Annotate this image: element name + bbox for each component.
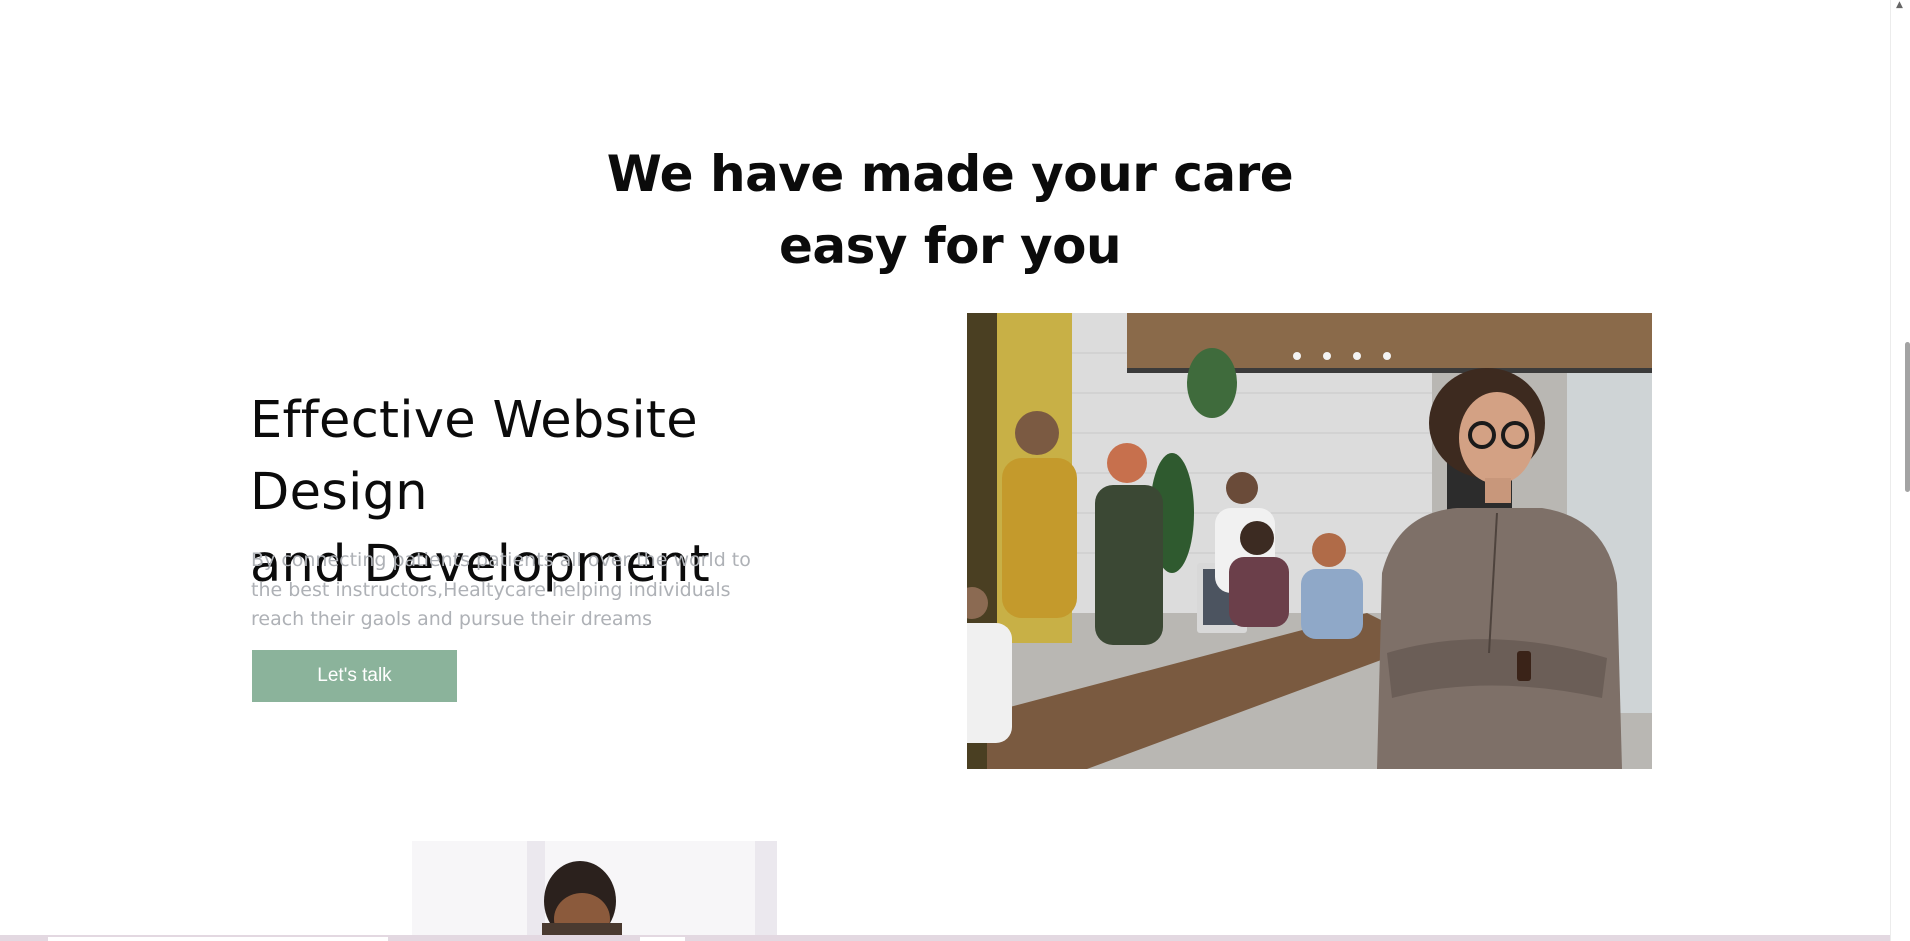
feature-description-line-2: the best instructors,Healtycare helping … xyxy=(251,578,731,601)
headline-line-2: easy for you xyxy=(778,217,1122,275)
page: We have made your care easy for you Effe… xyxy=(0,0,1890,941)
feature-description-line-1: By connecting patients patients all over… xyxy=(251,549,751,571)
scroll-up-arrow-icon[interactable]: ▲ xyxy=(1896,0,1903,10)
bottom-strip xyxy=(0,935,1890,941)
feature-description-line-3: reach their gaols and pursue their dream… xyxy=(251,608,652,630)
section-headline: We have made your care easy for you xyxy=(560,138,1340,282)
lets-talk-button[interactable]: Let's talk xyxy=(252,650,457,702)
feature-description: By connecting patients patients all over… xyxy=(251,546,781,635)
headline-line-1: We have made your care xyxy=(606,145,1294,203)
vertical-scrollbar[interactable]: ▲ xyxy=(1890,0,1910,941)
bottom-strip-segment xyxy=(48,937,388,941)
scrollbar-thumb[interactable] xyxy=(1905,342,1910,492)
bottom-strip-segment xyxy=(640,937,685,941)
doctor-portrait-photo xyxy=(412,841,777,935)
feature-title-line-1: Effective Website Design xyxy=(250,391,698,522)
team-office-photo xyxy=(967,313,1652,769)
